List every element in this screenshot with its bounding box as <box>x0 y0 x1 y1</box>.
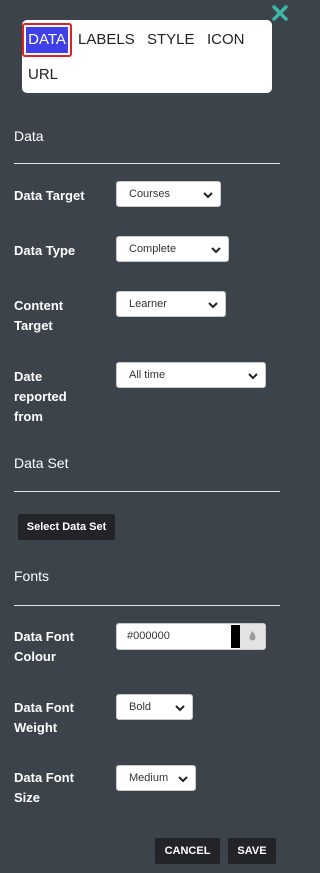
font-size-select[interactable]: Medium <box>116 765 196 791</box>
save-button[interactable]: SAVE <box>228 838 276 864</box>
font-weight-label-line1: Data Font <box>14 700 74 715</box>
tab-url[interactable]: URL <box>28 65 58 85</box>
data-target-value: Courses <box>129 188 170 200</box>
chevron-down-icon <box>211 247 221 254</box>
font-weight-label: Data Font Weight <box>14 698 74 738</box>
data-type-label: Data Type <box>14 243 76 258</box>
font-colour-value: #000000 <box>127 630 170 642</box>
font-colour-label-line1: Data Font <box>14 629 74 644</box>
divider <box>14 605 280 606</box>
data-target-label: Data Target <box>14 188 85 203</box>
font-colour-label: Data Font Colour <box>14 627 74 667</box>
chevron-down-icon <box>203 192 213 199</box>
content-target-label-line1: Content <box>14 298 64 313</box>
font-size-label-line2: Size <box>14 790 41 805</box>
date-reported-label-line1: Date <box>14 369 43 384</box>
content-target-label: Content Target <box>14 296 63 336</box>
tab-data-label: DATA <box>26 27 68 53</box>
water-drop-icon <box>249 631 256 641</box>
tab-data[interactable]: DATA <box>22 23 72 57</box>
font-weight-label-line2: Weight <box>14 720 58 735</box>
color-swatch[interactable] <box>231 625 240 648</box>
content-target-label-line2: Target <box>14 318 53 333</box>
data-type-select[interactable]: Complete <box>116 236 229 262</box>
close-icon[interactable] <box>272 5 288 21</box>
font-size-label: Data Font Size <box>14 768 74 808</box>
chevron-down-icon <box>175 705 185 712</box>
section-data-set-title: Data Set <box>14 455 69 471</box>
data-type-value: Complete <box>129 243 177 255</box>
chevron-down-icon <box>178 776 188 783</box>
font-weight-value: Bold <box>129 701 152 713</box>
section-fonts-title: Fonts <box>14 568 50 584</box>
content-target-select[interactable]: Learner <box>116 291 226 317</box>
font-size-label-line1: Data Font <box>14 770 74 785</box>
date-reported-value: All time <box>129 369 166 381</box>
section-data-title: Data <box>14 128 44 144</box>
color-picker-button[interactable] <box>240 624 265 649</box>
divider <box>14 163 280 164</box>
tab-icon[interactable]: ICON <box>207 30 245 50</box>
cancel-button[interactable]: CANCEL <box>155 838 220 864</box>
tab-style[interactable]: STYLE <box>147 30 195 50</box>
content-target-value: Learner <box>129 298 167 310</box>
chevron-down-icon <box>208 302 218 309</box>
date-reported-label: Date reported from <box>14 367 67 427</box>
select-data-set-button[interactable]: Select Data Set <box>18 514 115 540</box>
font-colour-input[interactable]: #000000 <box>116 623 266 650</box>
tab-labels[interactable]: LABELS <box>78 30 135 50</box>
date-reported-label-line3: from <box>14 409 43 424</box>
divider <box>14 491 280 492</box>
date-reported-select[interactable]: All time <box>116 362 266 388</box>
chevron-down-icon <box>248 373 258 380</box>
data-target-select[interactable]: Courses <box>116 181 221 207</box>
tab-bar: DATA LABELS STYLE ICON URL <box>22 20 272 93</box>
font-colour-label-line2: Colour <box>14 649 56 664</box>
date-reported-label-line2: reported <box>14 389 67 404</box>
font-weight-select[interactable]: Bold <box>116 694 193 720</box>
font-size-value: Medium <box>129 772 169 784</box>
